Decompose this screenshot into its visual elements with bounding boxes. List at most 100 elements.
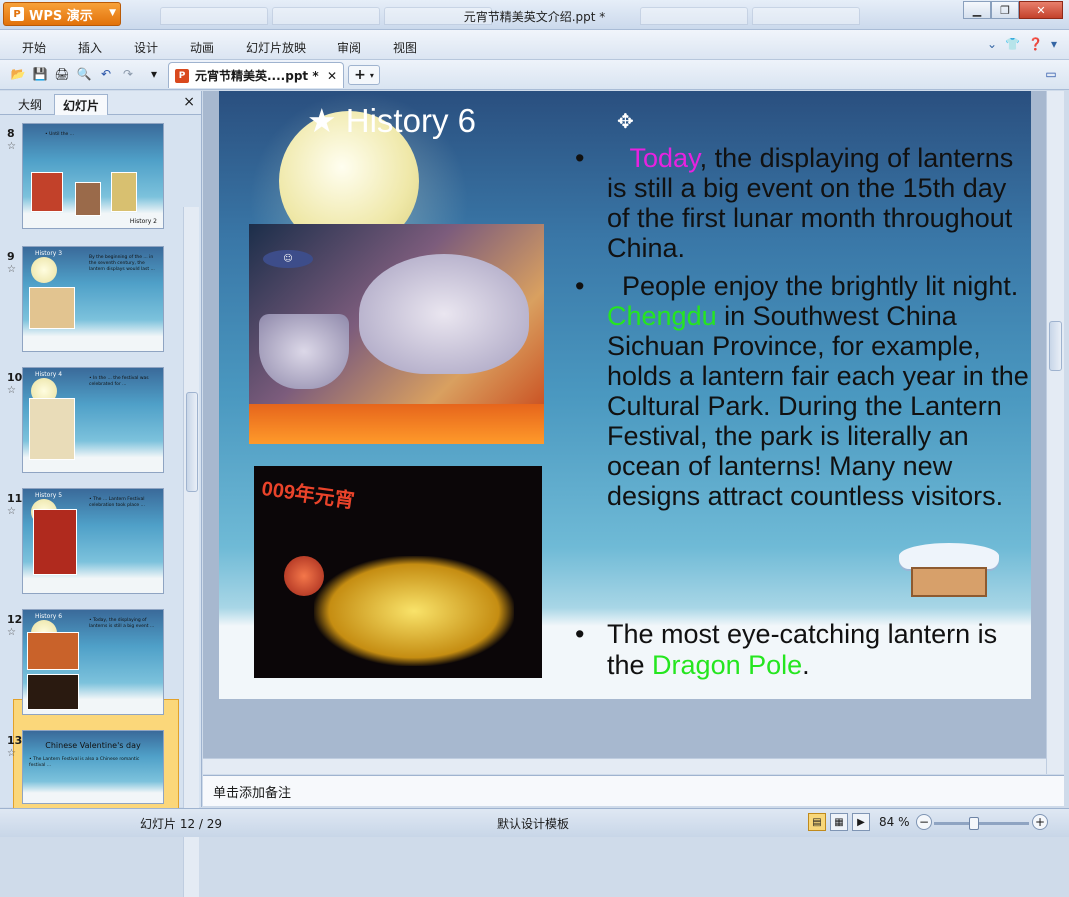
layout-toggle-icon[interactable]: ▭ xyxy=(1043,66,1059,82)
minimize-button[interactable]: ▁ xyxy=(963,1,991,19)
plus-icon: + xyxy=(354,67,366,83)
slideshow-view-icon[interactable]: ▶ xyxy=(852,813,870,831)
bullet-2: • People enjoy the brightly lit night. C… xyxy=(575,271,1029,511)
scrollbar-thumb[interactable] xyxy=(1049,321,1062,371)
zoom-slider[interactable] xyxy=(934,822,1029,825)
editor-horizontal-scrollbar[interactable] xyxy=(203,758,1046,774)
document-tab-label: 元宵节精美英....ppt * xyxy=(195,69,319,83)
zoom-in-button[interactable]: + xyxy=(1032,814,1048,830)
bullet-3[interactable]: • The most eye-catching lantern is the Dr… xyxy=(575,619,1031,689)
window-controls: ▁ ❐ ✕ xyxy=(963,1,1063,19)
snow-house-decoration xyxy=(889,521,1009,601)
skin-icon[interactable]: 👕 xyxy=(1005,37,1020,51)
menu-view[interactable]: 视图 xyxy=(393,39,417,56)
new-tab-button[interactable]: + ▾ xyxy=(348,65,380,85)
slide-body-text[interactable]: • Today, the displaying of lanterns is s… xyxy=(575,143,1031,519)
window-title: 元宵节精美英文介绍.ppt * xyxy=(463,10,606,24)
menu-right-tools: ⌄ 👕 ❓ ▾ xyxy=(987,37,1057,51)
bullet-2-text: in Southwest China Sichuan Province, for… xyxy=(607,301,1029,511)
animation-star-icon: ☆ xyxy=(7,264,16,275)
slide-thumbnail-selected[interactable]: 12 ☆ History 6 • Today, the displaying o… xyxy=(4,609,190,719)
menu-home[interactable]: 开始 xyxy=(22,39,46,56)
zoom-level[interactable]: 84 % xyxy=(879,815,910,829)
menu-insert[interactable]: 插入 xyxy=(78,39,102,56)
open-folder-icon[interactable]: 📂 xyxy=(10,66,26,82)
animation-star-icon: ☆ xyxy=(7,748,16,759)
slide-title-text: History 6 xyxy=(345,102,476,139)
slides-panel: 大纲 幻灯片 × 8 ☆ • Until the ... History 2 9… xyxy=(0,91,202,897)
highlight-dragon-pole: Dragon Pole xyxy=(652,650,803,680)
menu-review[interactable]: 审阅 xyxy=(337,39,361,56)
design-template-name[interactable]: 默认设计模板 xyxy=(497,815,569,832)
quick-access-toolbar: 📂 💾 🖨 🔍 ↶ ↷ ▾ P 元宵节精美英....ppt * ✕ + ▾ ▭ xyxy=(0,60,1069,90)
normal-view-icon[interactable]: ▤ xyxy=(808,813,826,831)
chevron-down-icon[interactable]: ▾ xyxy=(1051,37,1057,51)
zoom-slider-handle[interactable] xyxy=(969,817,979,830)
slide-thumbnail[interactable]: 11 ☆ History 5 • The ... Lantern Festiva… xyxy=(4,488,190,598)
slide-thumbnail[interactable]: 10 ☆ History 4 • In the ... the festival… xyxy=(4,367,190,477)
redo-icon[interactable]: ↷ xyxy=(120,66,136,82)
photo-banner-text: 009年元宵 xyxy=(260,477,356,513)
scrollbar-thumb[interactable] xyxy=(186,392,198,492)
print-icon[interactable]: 🖨 xyxy=(54,66,70,82)
editor-vertical-scrollbar[interactable] xyxy=(1046,91,1064,774)
bullet-2-pre: People enjoy the brightly lit night. xyxy=(622,271,1019,301)
move-cursor-icon: ✥ xyxy=(617,109,634,133)
close-button[interactable]: ✕ xyxy=(1019,1,1063,19)
slide-counter: 幻灯片 12 / 29 xyxy=(140,817,223,831)
slide-thumbnail[interactable]: 9 ☆ History 3 By the beginning of the ..… xyxy=(4,246,190,356)
zoom-out-button[interactable]: − xyxy=(916,814,932,830)
slide-sorter-view-icon[interactable]: ▦ xyxy=(830,813,848,831)
dragon-lantern-photo[interactable]: 009年元宵 xyxy=(254,466,542,678)
print-preview-icon[interactable]: 🔍 xyxy=(76,66,92,82)
animation-star-icon: ☆ xyxy=(7,385,16,396)
thumbnail-title: History 6 xyxy=(35,613,63,620)
view-switcher: ▤ ▦ ▶ xyxy=(808,813,870,831)
menu-design[interactable]: 设计 xyxy=(134,39,158,56)
slide-number: 10 xyxy=(7,371,23,384)
slide-number: 11 xyxy=(7,492,23,505)
slide-editor: ★ History 6 ☺ 009年元宵 • Today, the displa… xyxy=(203,91,1046,774)
menu-animation[interactable]: 动画 xyxy=(190,39,214,56)
customize-toolbar-icon[interactable]: ▾ xyxy=(146,66,162,82)
save-icon[interactable]: 💾 xyxy=(32,66,48,82)
menu-slideshow[interactable]: 幻灯片放映 xyxy=(246,39,306,56)
slide-number: 13 xyxy=(7,734,23,747)
current-slide[interactable]: ★ History 6 ☺ 009年元宵 • Today, the displa… xyxy=(219,91,1031,699)
slide-number: 12 xyxy=(7,613,23,626)
slide-thumbnail[interactable]: 8 ☆ • Until the ... History 2 xyxy=(4,123,190,233)
ribbon-collapse-icon[interactable]: ⌄ xyxy=(987,37,997,51)
thumbnail-caption: History 2 xyxy=(129,218,157,225)
close-tab-icon[interactable]: ✕ xyxy=(327,69,337,83)
bullet-3-post: . xyxy=(802,650,810,680)
thumbnail-image: Chinese Valentine's day • The Lantern Fe… xyxy=(22,730,164,804)
chevron-down-icon: ▾ xyxy=(369,70,374,80)
presentation-file-icon: P xyxy=(175,68,189,83)
thumbnail-scrollbar[interactable] xyxy=(183,207,199,897)
thumbnail-image: History 6 • Today, the displaying of lan… xyxy=(22,609,164,715)
undo-icon[interactable]: ↶ xyxy=(98,66,114,82)
bullet-1: • Today, the displaying of lanterns is s… xyxy=(575,143,1014,263)
slide-title[interactable]: ★ History 6 xyxy=(307,101,476,140)
document-tab[interactable]: P 元宵节精美英....ppt * ✕ xyxy=(168,62,344,88)
thumbnail-title: History 3 xyxy=(35,250,63,257)
thumbnail-title: History 4 xyxy=(35,371,63,378)
help-icon[interactable]: ❓ xyxy=(1028,37,1043,51)
animation-star-icon: ☆ xyxy=(7,627,16,638)
close-panel-icon[interactable]: × xyxy=(183,94,195,110)
menu-bar: 开始 插入 设计 动画 幻灯片放映 审阅 视图 ⌄ 👕 ❓ ▾ xyxy=(0,30,1069,60)
maximize-button[interactable]: ❐ xyxy=(991,1,1019,19)
teapot-lantern-photo[interactable]: ☺ xyxy=(249,224,544,444)
slide-number: 9 xyxy=(7,250,15,263)
highlight-today: Today xyxy=(629,143,700,173)
tab-outline[interactable]: 大纲 xyxy=(10,94,50,115)
thumbnail-title: Chinese Valentine's day xyxy=(45,741,141,750)
animation-star-icon: ☆ xyxy=(7,506,16,517)
photo-watermark: ☺ xyxy=(263,250,313,268)
tab-slides[interactable]: 幻灯片 xyxy=(54,94,109,115)
notes-placeholder: 单击添加备注 xyxy=(213,786,292,801)
notes-pane[interactable]: 单击添加备注 xyxy=(203,775,1064,806)
animation-star-icon: ☆ xyxy=(7,141,16,152)
thumbnail-title: History 5 xyxy=(35,492,63,499)
highlight-chengdu: Chengdu xyxy=(607,301,717,331)
